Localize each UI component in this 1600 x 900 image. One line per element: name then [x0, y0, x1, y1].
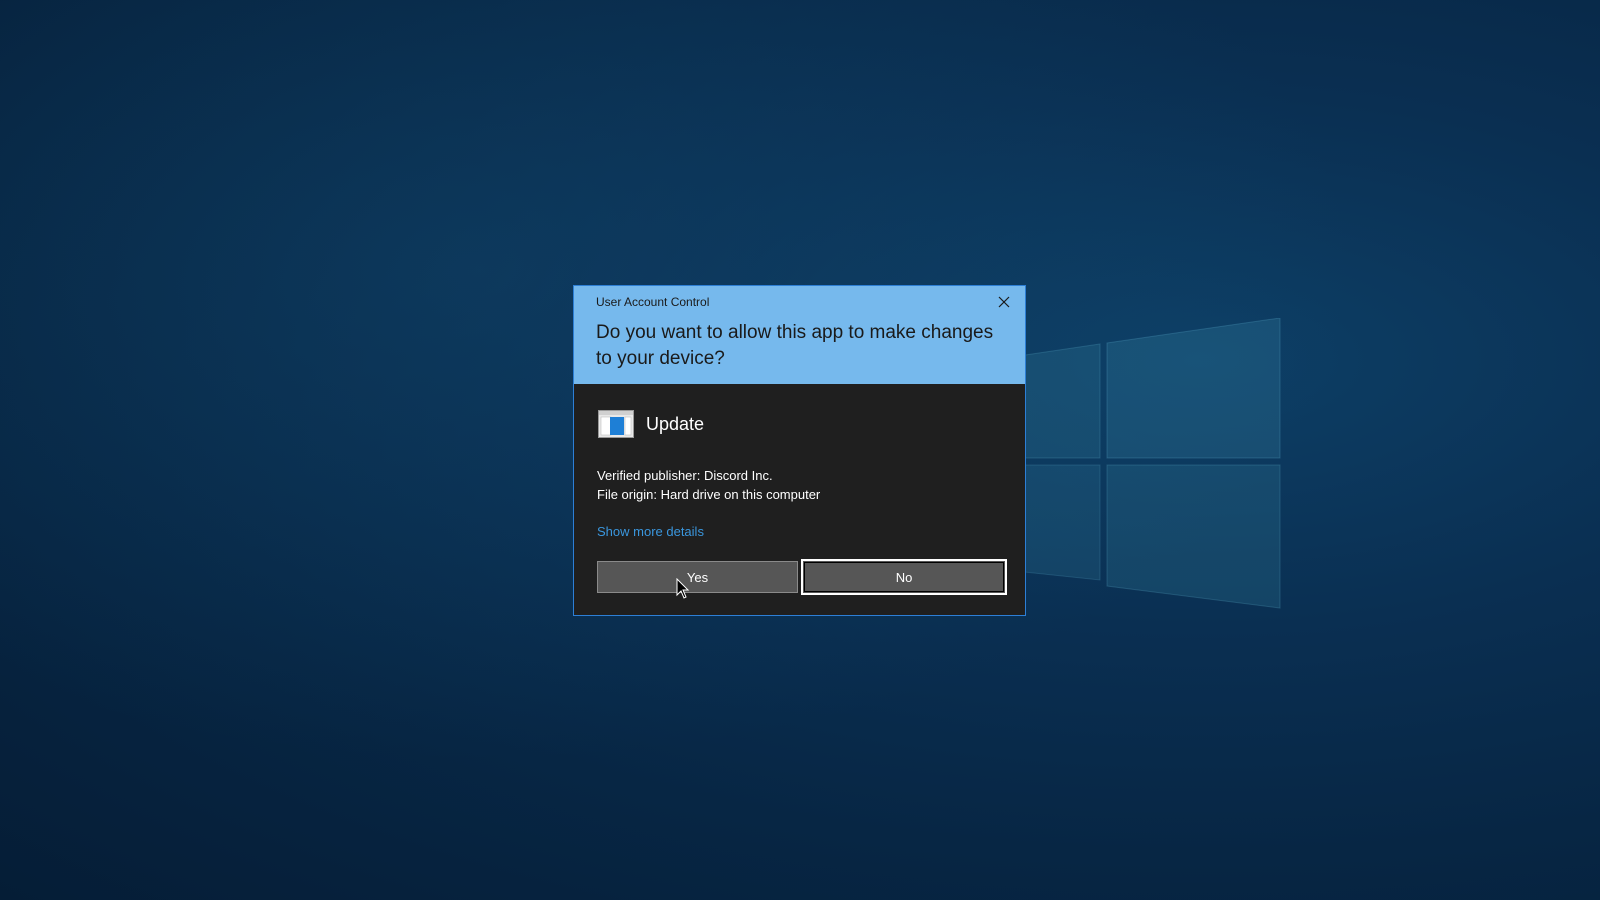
app-info-row: Update [598, 408, 704, 440]
dialog-header: User Account Control Do you want to allo… [574, 286, 1025, 384]
windows-logo-icon [1004, 317, 1285, 618]
app-name: Update [646, 413, 705, 434]
yes-button[interactable]: Yes [597, 561, 798, 593]
close-button[interactable] [993, 292, 1015, 312]
no-button[interactable]: No [801, 559, 1007, 595]
uac-dialog: User Account Control Do you want to allo… [573, 285, 1026, 616]
show-more-details-link[interactable]: Show more details [597, 524, 704, 539]
close-icon [998, 296, 1010, 308]
origin-line: File origin: Hard drive on this computer [597, 487, 821, 502]
publisher-line: Verified publisher: Discord Inc. [597, 468, 773, 483]
dialog-question: Do you want to allow this app to make ch… [596, 322, 994, 369]
application-window-icon [598, 410, 634, 438]
dialog-title: User Account Control [596, 295, 710, 309]
arrow-cursor-icon [676, 578, 690, 599]
publisher-info: Verified publisher: Discord Inc. File or… [597, 466, 820, 504]
